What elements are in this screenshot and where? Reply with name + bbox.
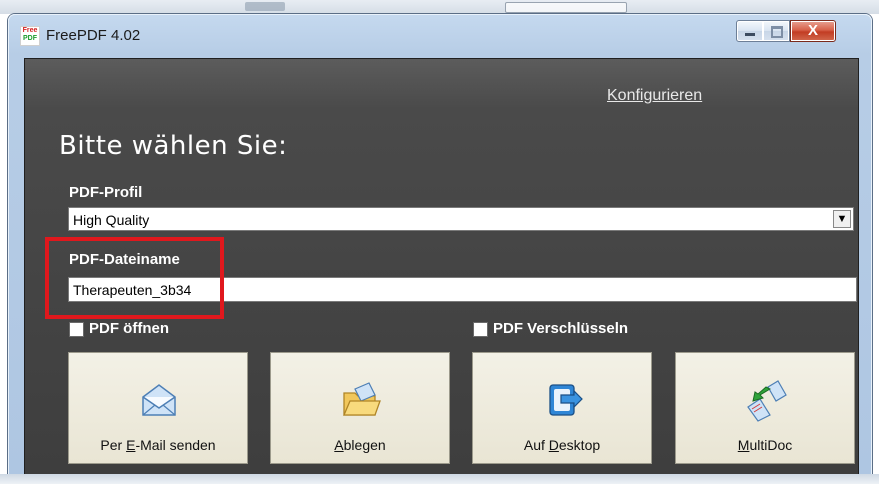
save-to-desktop-label: Auf Desktop — [523, 437, 601, 453]
app-icon-text-top: Free — [22, 27, 38, 34]
multidoc-icon — [747, 380, 787, 422]
app-icon-text-bottom: PDF — [23, 35, 37, 42]
page-heading: Bitte wählen Sie: — [59, 131, 288, 161]
email-envelope-icon — [142, 384, 176, 416]
open-pdf-label[interactable]: PDF öffnen — [89, 320, 169, 337]
pdf-filename-input[interactable] — [68, 277, 857, 302]
chevron-down-icon[interactable]: ▼ — [833, 210, 851, 228]
maximize-icon — [771, 26, 783, 38]
pdf-filename-label: PDF-Dateiname — [69, 251, 180, 268]
blurred-element — [245, 2, 285, 11]
pdf-profile-select[interactable]: High Quality ▼ — [68, 207, 854, 231]
file-away-label: Ablegen — [334, 437, 386, 453]
send-email-button[interactable]: Per E-Mail senden — [68, 352, 248, 464]
desktop-icon — [549, 384, 583, 416]
freepdf-window: Free PDF FreePDF 4.02 X Konfigurieren Bi… — [8, 14, 872, 484]
minimize-button[interactable] — [736, 20, 764, 42]
pdf-profile-selected-value: High Quality — [73, 212, 150, 228]
open-pdf-checkbox[interactable] — [69, 322, 84, 337]
close-button[interactable]: X — [790, 20, 836, 42]
freepdf-app-icon[interactable]: Free PDF — [20, 26, 40, 46]
configure-link[interactable]: Konfigurieren — [607, 87, 702, 105]
multidoc-button[interactable]: MultiDoc — [675, 352, 855, 464]
close-icon: X — [807, 22, 818, 39]
encrypt-pdf-checkbox[interactable] — [473, 322, 488, 337]
background-app-strip — [0, 0, 879, 14]
folder-icon — [343, 382, 381, 416]
background-app-strip-bottom — [0, 474, 879, 484]
send-email-label: Per E-Mail senden — [100, 437, 216, 453]
maximize-button[interactable] — [763, 20, 790, 42]
minimize-icon — [745, 33, 755, 36]
pdf-profile-label: PDF-Profil — [69, 184, 143, 201]
title-bar[interactable]: Free PDF FreePDF 4.02 X — [8, 14, 872, 58]
file-away-button[interactable]: Ablegen — [270, 352, 450, 464]
window-title: FreePDF 4.02 — [46, 27, 141, 44]
dialog-client-area: Konfigurieren Bitte wählen Sie: PDF-Prof… — [24, 58, 859, 476]
blurred-element — [505, 2, 627, 13]
multidoc-label: MultiDoc — [737, 437, 793, 453]
encrypt-pdf-label[interactable]: PDF Verschlüsseln — [493, 320, 628, 337]
save-to-desktop-button[interactable]: Auf Desktop — [472, 352, 652, 464]
